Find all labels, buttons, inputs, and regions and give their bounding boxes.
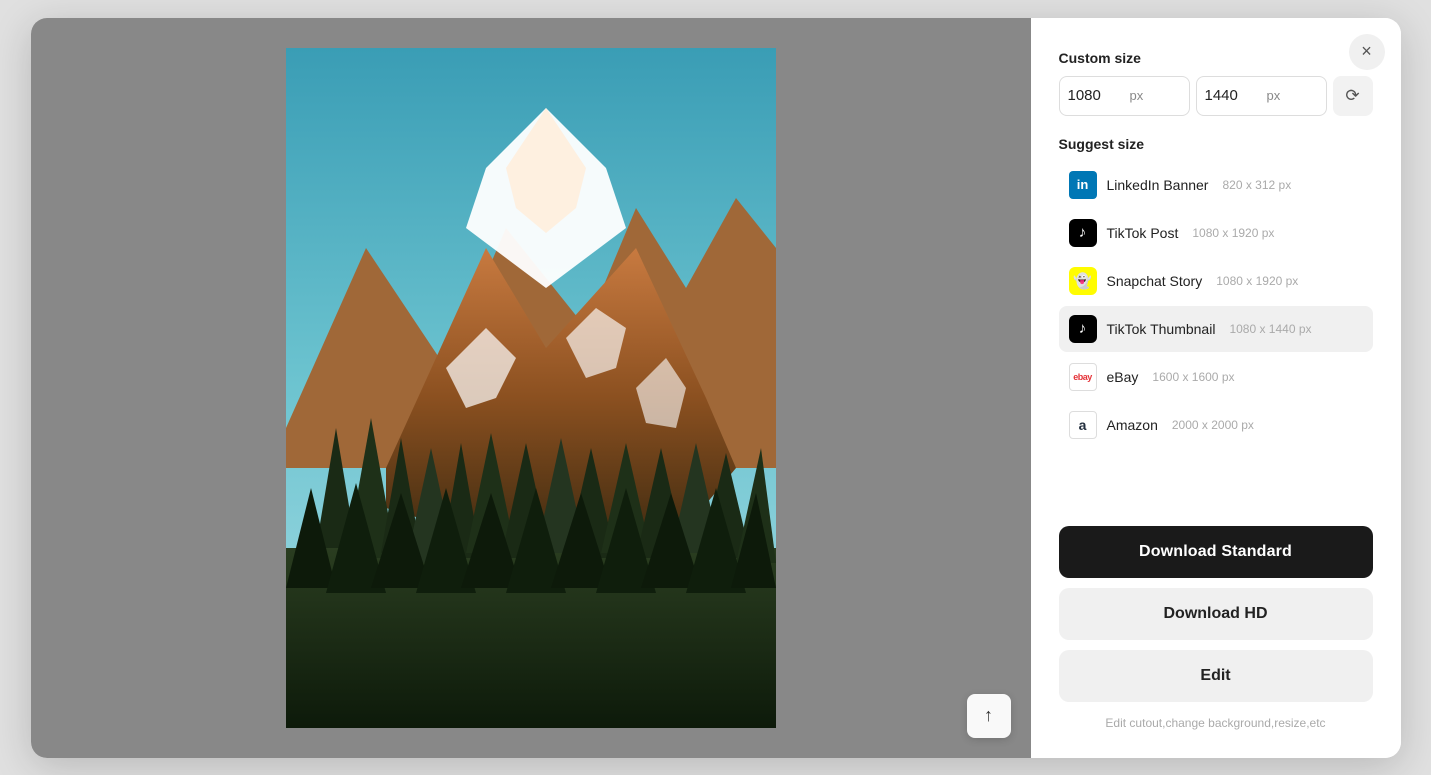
image-canvas (286, 48, 776, 728)
amazon-icon: a (1069, 411, 1097, 439)
height-unit: px (1267, 88, 1281, 103)
edit-hint: Edit cutout,change background,resize,etc (1059, 716, 1373, 730)
width-unit: px (1130, 88, 1144, 103)
suggest-dims-linkedin: 820 x 312 px (1222, 178, 1291, 192)
snapchat-icon: 👻 (1069, 267, 1097, 295)
suggest-item-tiktok-post[interactable]: ♪ TikTok Post 1080 x 1920 px (1059, 210, 1373, 256)
download-standard-button[interactable]: Download Standard (1059, 526, 1373, 578)
canvas-area: ↑ (31, 18, 1031, 758)
suggest-name-tiktok-thumbnail: TikTok Thumbnail (1107, 321, 1216, 337)
width-input[interactable] (1068, 87, 1128, 104)
custom-size-label: Custom size (1059, 50, 1373, 66)
suggest-item-linkedin-banner[interactable]: in LinkedIn Banner 820 x 312 px (1059, 162, 1373, 208)
download-hd-button[interactable]: Download HD (1059, 588, 1373, 640)
edit-button[interactable]: Edit (1059, 650, 1373, 702)
upload-button[interactable]: ↑ (967, 694, 1011, 738)
tiktok-thumbnail-icon: ♪ (1069, 315, 1097, 343)
suggest-name-tiktok-post: TikTok Post (1107, 225, 1179, 241)
height-input-wrap: px (1196, 76, 1327, 116)
upload-icon: ↑ (984, 705, 993, 726)
suggest-name-ebay: eBay (1107, 369, 1139, 385)
control-panel: Custom size px px ⟳ Suggest size in Link… (1031, 18, 1401, 758)
custom-size-row: px px ⟳ (1059, 76, 1373, 116)
close-button[interactable]: × (1349, 34, 1385, 70)
suggest-dims-tiktok-post: 1080 x 1920 px (1192, 226, 1274, 240)
tiktok-post-icon: ♪ (1069, 219, 1097, 247)
suggest-dims-amazon: 2000 x 2000 px (1172, 418, 1254, 432)
suggest-size-label: Suggest size (1059, 136, 1373, 152)
suggest-item-tiktok-thumbnail[interactable]: ♪ TikTok Thumbnail 1080 x 1440 px (1059, 306, 1373, 352)
aspect-ratio-button[interactable]: ⟳ (1333, 76, 1373, 116)
linkedin-icon: in (1069, 171, 1097, 199)
suggest-name-amazon: Amazon (1107, 417, 1158, 433)
mountain-image (286, 48, 776, 728)
ebay-icon: ebay (1069, 363, 1097, 391)
suggest-item-snapchat-story[interactable]: 👻 Snapchat Story 1080 x 1920 px (1059, 258, 1373, 304)
suggest-item-ebay[interactable]: ebay eBay 1600 x 1600 px (1059, 354, 1373, 400)
suggest-dims-snapchat-story: 1080 x 1920 px (1216, 274, 1298, 288)
aspect-ratio-icon: ⟳ (1345, 86, 1359, 106)
suggest-name-snapchat-story: Snapchat Story (1107, 273, 1203, 289)
height-input[interactable] (1205, 87, 1265, 104)
width-input-wrap: px (1059, 76, 1190, 116)
actions-section: Download Standard Download HD Edit Edit … (1059, 526, 1373, 730)
suggest-dims-tiktok-thumbnail: 1080 x 1440 px (1229, 322, 1311, 336)
close-icon: × (1361, 41, 1372, 62)
suggest-size-list: in LinkedIn Banner 820 x 312 px ♪ TikTok… (1059, 162, 1373, 502)
suggest-item-amazon[interactable]: a Amazon 2000 x 2000 px (1059, 402, 1373, 448)
suggest-name-linkedin: LinkedIn Banner (1107, 177, 1209, 193)
suggest-dims-ebay: 1600 x 1600 px (1152, 370, 1234, 384)
modal: × (31, 18, 1401, 758)
